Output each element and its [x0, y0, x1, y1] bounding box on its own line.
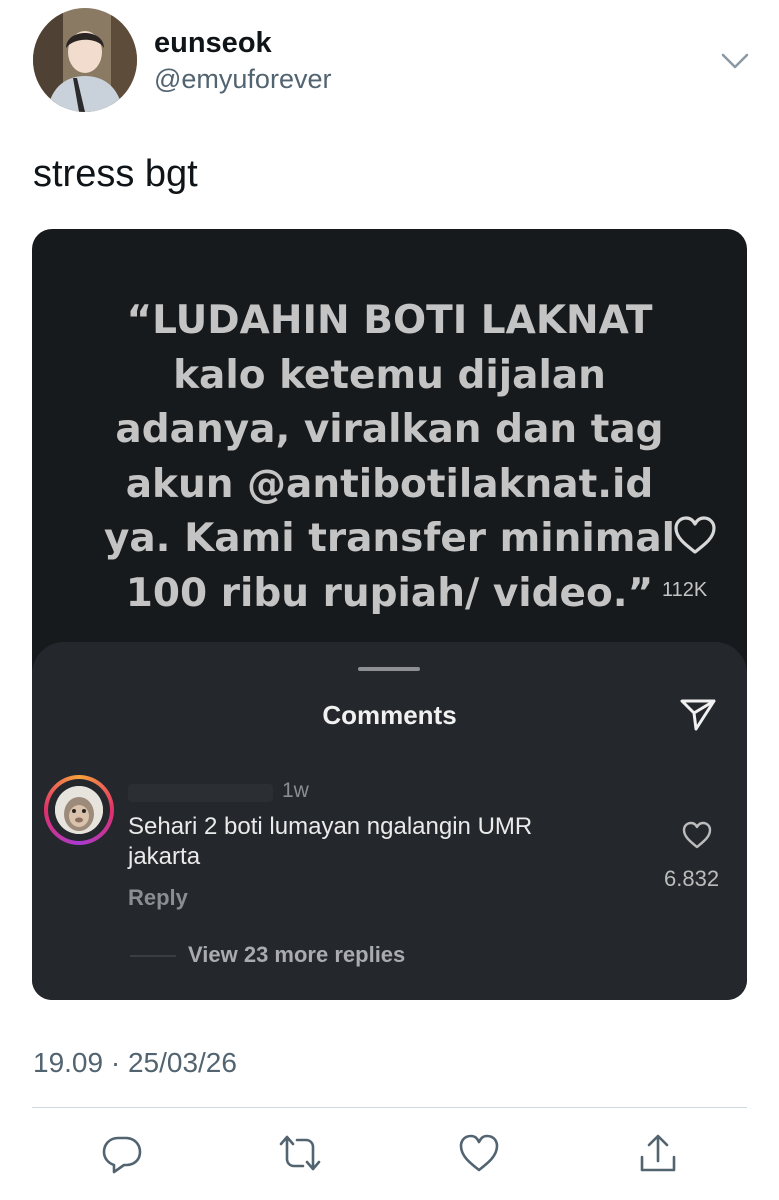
comment-text: Sehari 2 boti lumayan ngalangin UMR jaka…	[128, 813, 533, 870]
author-handle[interactable]: @emyuforever	[154, 64, 331, 95]
quote-line: adanya, viralkan dan tag	[115, 407, 664, 453]
tweet-media[interactable]: “LUDAHIN BOTI LAKNAT kalo ketemu dijalan…	[32, 229, 747, 1000]
chevron-down-icon[interactable]	[718, 46, 752, 76]
quote-line: akun @antibotilaknat.id	[125, 461, 654, 507]
comment-time: 1w	[282, 779, 309, 802]
retweet-icon[interactable]	[278, 1131, 322, 1175]
comment-like-count: 6.832	[664, 866, 720, 891]
comments-sheet: Comments 1w Sehari 2 boti lumayan ngalan…	[32, 642, 747, 1000]
quote-line: 100 ribu rupiah/ video.”	[125, 570, 654, 616]
commenter-username-redacted	[128, 784, 273, 802]
quote-text: “LUDAHIN BOTI LAKNAT kalo ketemu dijalan…	[32, 294, 747, 622]
quote-line: ya. Kami transfer minimal	[103, 516, 676, 562]
sheet-title: Comments	[322, 700, 457, 730]
like-icon[interactable]	[457, 1131, 501, 1175]
share-icon[interactable]	[636, 1131, 680, 1175]
comment-heart-icon	[682, 821, 712, 849]
reply-icon[interactable]	[100, 1131, 144, 1175]
send-icon	[680, 699, 716, 731]
view-more-replies: View 23 more replies	[188, 942, 406, 967]
tweet-timestamp[interactable]: 19.09 · 25/03/26	[33, 1047, 237, 1079]
quote-line: kalo ketemu dijalan	[173, 352, 606, 398]
post-heart-icon	[674, 516, 716, 554]
tweet-text: stress bgt	[33, 153, 198, 195]
quote-line: “LUDAHIN BOTI LAKNAT	[126, 298, 653, 343]
replies-divider	[130, 955, 176, 957]
sheet-grabber[interactable]	[358, 667, 420, 671]
post-like-count: 112K	[662, 579, 708, 601]
comment-reply-link: Reply	[128, 885, 188, 910]
author-display-name[interactable]: eunseok	[154, 27, 272, 60]
commenter-avatar	[44, 775, 114, 845]
author-avatar[interactable]	[33, 8, 137, 112]
divider	[32, 1107, 747, 1108]
